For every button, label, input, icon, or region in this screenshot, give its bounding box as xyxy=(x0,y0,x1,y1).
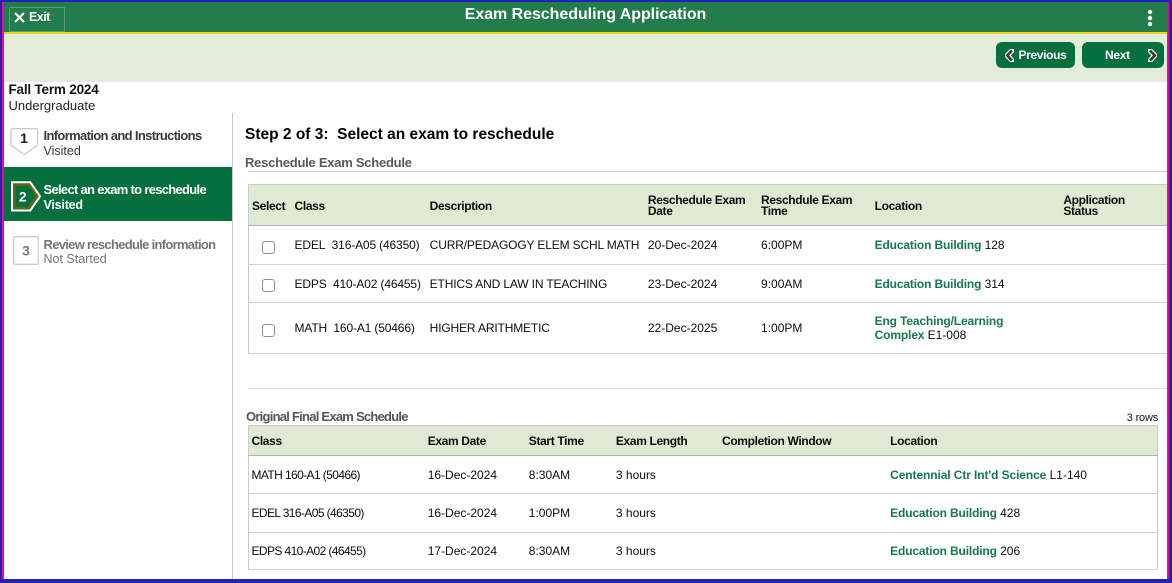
svg-text:1: 1 xyxy=(20,130,28,146)
svg-text:3: 3 xyxy=(22,243,30,259)
svg-text:2: 2 xyxy=(19,188,27,204)
